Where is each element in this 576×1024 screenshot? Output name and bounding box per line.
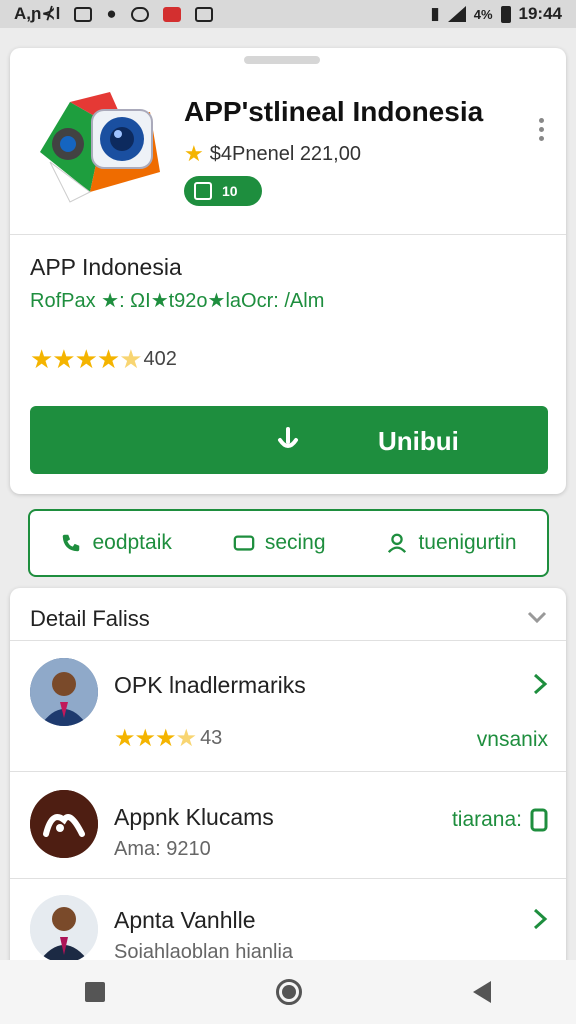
battery-icon (500, 5, 511, 23)
action-call-label: eodptaik (92, 531, 172, 554)
price-label: $4Pnenel 221,00 (209, 142, 361, 165)
action-profile-label: tuenigurtin (418, 531, 517, 554)
row-rating-value: 43 (200, 727, 223, 749)
action-profile[interactable]: tuenigurtin (386, 531, 517, 555)
rating-stars: ★★★★★ (30, 344, 143, 374)
badge-label: 10 (222, 183, 238, 199)
price-row: ★ $4Pnenel 221,00 (184, 141, 361, 167)
recents-button[interactable] (85, 982, 106, 1002)
row-status-label: tiarana: (451, 808, 522, 831)
divider (10, 234, 566, 235)
download-arrow-icon (278, 427, 298, 448)
install-label: Unibui (378, 426, 459, 456)
people-icon: ● (106, 4, 117, 23)
row-status: vnsanix (476, 728, 548, 751)
vibrate-icon: ▮ (430, 4, 440, 23)
app-name: APP Indonesia (30, 254, 182, 280)
drag-handle[interactable] (244, 56, 320, 64)
image-icon (194, 6, 213, 22)
phone-icon (63, 534, 80, 552)
row-title: OPK lnadlermariks (114, 672, 306, 698)
row-title: Apnta Vanhlle (114, 907, 256, 933)
back-button[interactable] (472, 981, 491, 1003)
home-button[interactable] (275, 979, 302, 1005)
youtube-icon (162, 6, 181, 22)
rating-row: ★★★★★ 402 (30, 344, 177, 375)
avatar (30, 658, 98, 726)
chevron-right-icon[interactable] (532, 907, 548, 931)
list-item[interactable]: OPK lnadlermariks ★★★★ 43 vnsanix (10, 640, 566, 770)
navigation-bar (0, 960, 576, 1024)
details-header: Detail Faliss (30, 606, 150, 631)
avatar (30, 790, 98, 858)
more-options-icon[interactable] (539, 118, 544, 141)
carrier-label: A,ɲ⊀l (14, 4, 61, 23)
list-item[interactable]: Appnk Klucams Ama: 9210 tiarana: (10, 772, 566, 878)
person-icon (388, 533, 407, 553)
app-badge[interactable]: 10 (184, 176, 262, 206)
status-bar: A,ɲ⊀l ● ▮ 4% 19:44 (0, 0, 576, 28)
action-strip: eodptaik secing tuenigurtin (28, 509, 549, 577)
chevron-right-icon[interactable] (532, 672, 548, 696)
install-button[interactable]: Unibui (30, 406, 548, 474)
row-status: tiarana: (452, 808, 548, 832)
app-logo-icon (40, 92, 160, 203)
action-setting[interactable]: secing (233, 531, 326, 555)
device-icon (530, 808, 548, 832)
avatar (30, 895, 98, 963)
rating-count: 402 (143, 348, 177, 370)
row-rating: ★★★★ 43 (114, 724, 222, 753)
action-setting-label: secing (264, 531, 326, 554)
signal-icon (447, 6, 466, 22)
chevron-down-icon[interactable] (526, 606, 548, 628)
row-title: Appnk Klucams (114, 804, 274, 830)
battery-percent: 4% (473, 6, 493, 22)
app-card: APP'stlineal Indonesia ★ $4Pnenel 221,00… (10, 48, 566, 494)
mail-icon (74, 6, 93, 22)
square-icon (233, 535, 255, 551)
clock: 19:44 (518, 4, 562, 23)
action-call[interactable]: eodptaik (60, 531, 172, 555)
star-icon: ★ (184, 141, 204, 166)
app-title: APP'stlineal Indonesia (184, 96, 484, 127)
download-icon (194, 182, 212, 200)
details-card: Detail Faliss OPK lnadlermariks ★★★★ 43 … (10, 588, 566, 1024)
shield-icon (130, 6, 149, 22)
rating-stars: ★★★★ (114, 725, 197, 752)
row-subtitle: Ama: 9210 (114, 838, 211, 860)
app-meta: RofPax ★: ΩI★t92o★laOcr: /Alm (30, 290, 325, 312)
